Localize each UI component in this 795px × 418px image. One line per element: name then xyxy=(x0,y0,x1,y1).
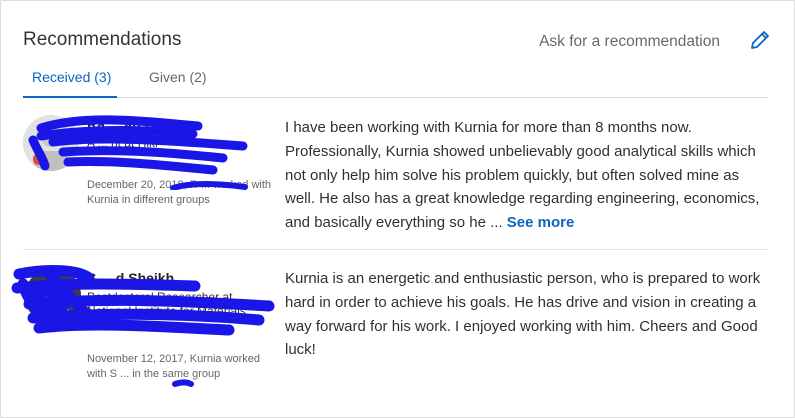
recommender-name[interactable]: Ra ... ah Putra xyxy=(87,116,277,134)
recommender-info: Ra ... ah Putra A ... nt at Hiki Decembe… xyxy=(87,116,277,207)
recommendations-card: Recommendations Ask for a recommendation… xyxy=(0,0,795,418)
recommender-name[interactable]: S ... d Sheikh xyxy=(87,270,277,288)
recommendation-text: I have been working with Kurnia for more… xyxy=(285,116,763,235)
tab-received[interactable]: Received (3) xyxy=(32,69,111,85)
avatar[interactable] xyxy=(23,115,79,171)
recommendations-header: Recommendations Ask for a recommendation xyxy=(23,29,772,55)
recommendation-meta: November 12, 2017, Kurnia worked with S … xyxy=(87,353,261,380)
recommender-headline: A ... nt at Hiki xyxy=(87,136,158,150)
tab-given[interactable]: Given (2) xyxy=(149,69,207,85)
recommendation-tabs: Received (3) Given (2) xyxy=(23,61,768,98)
recommender-info: S ... d Sheikh Postdoctoral Researcher a… xyxy=(87,270,277,381)
avatar[interactable] xyxy=(25,268,81,324)
recommendation-text: Kurnia is an energetic and enthusiastic … xyxy=(285,270,761,359)
recommendation-item: S ... d Sheikh Postdoctoral Researcher a… xyxy=(11,250,768,410)
see-more-link[interactable]: See more xyxy=(507,214,575,231)
section-title: Recommendations xyxy=(23,29,182,50)
recommendation-item: Ra ... ah Putra A ... nt at Hiki Decembe… xyxy=(23,98,768,250)
pencil-icon[interactable] xyxy=(748,28,772,52)
recommendation-meta: December 20, 2018, R ... worked with Kur… xyxy=(87,179,272,206)
ask-for-recommendation-button[interactable]: Ask for a recommendation xyxy=(539,33,720,51)
recommender-headline: Postdoctoral Researcher at National Inst… xyxy=(87,290,246,332)
